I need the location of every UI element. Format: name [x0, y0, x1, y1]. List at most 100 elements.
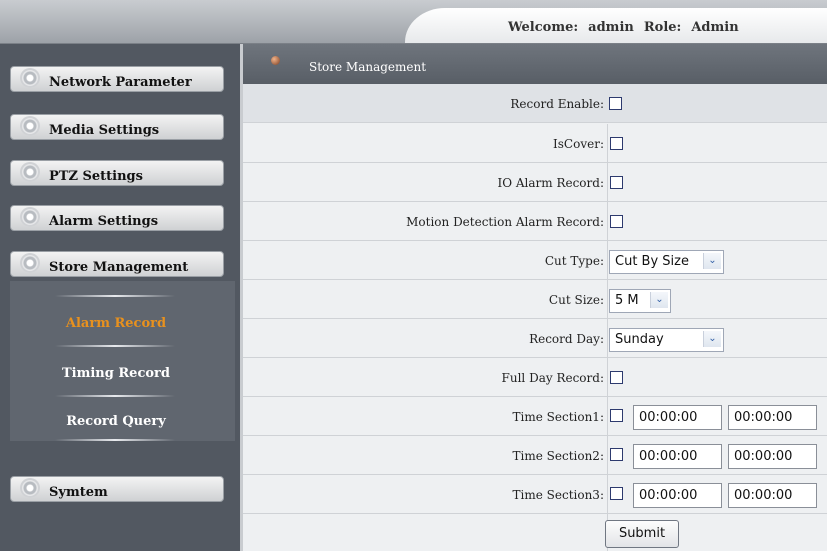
- submit-button[interactable]: Submit: [605, 520, 679, 548]
- sidebar-item-media-settings[interactable]: Media Settings: [10, 114, 224, 140]
- time-section-label: Time Section2:: [512, 449, 604, 463]
- row-cut-size: Cut Size: 5 M ⌄: [243, 280, 827, 319]
- cut-type-select[interactable]: Cut By Size ⌄: [609, 250, 724, 274]
- submenu-item-timing-record[interactable]: Timing Record: [10, 366, 222, 381]
- sidebar-item-label: Alarm Settings: [49, 214, 159, 229]
- record-enable-checkbox[interactable]: [609, 97, 622, 110]
- cut-size-label: Cut Size:: [548, 293, 604, 307]
- iscover-checkbox[interactable]: [610, 137, 623, 150]
- row-time-section-2: Time Section2: 00:00:00 00:00:00: [243, 436, 827, 475]
- sidebar-item-store-management[interactable]: Store Management: [10, 251, 224, 277]
- sidebar-item-ptz-settings[interactable]: PTZ Settings: [10, 160, 224, 186]
- iscover-cell: [607, 124, 623, 162]
- time-section-checkbox[interactable]: [610, 409, 623, 422]
- submenu-divider: [55, 295, 175, 297]
- dot-icon: [271, 56, 280, 65]
- sidebar-item-system[interactable]: Symtem: [10, 476, 224, 502]
- time-end-input[interactable]: 00:00:00: [728, 444, 817, 469]
- content-panel: Store Management Record Enable: IsCover:…: [243, 44, 827, 551]
- time-end-value: 00:00:00: [734, 449, 793, 464]
- row-record-day: Record Day: Sunday ⌄: [243, 319, 827, 358]
- welcome-text: Welcome: admin Role: Admin: [508, 20, 749, 35]
- record-day-value: Sunday: [615, 332, 664, 347]
- cut-type-cell: Cut By Size ⌄: [607, 241, 724, 279]
- gear-icon: [20, 162, 40, 182]
- row-submit: [243, 514, 827, 551]
- time-start-input[interactable]: 00:00:00: [633, 444, 722, 469]
- time-end-input[interactable]: 00:00:00: [728, 405, 817, 430]
- row-full-day: Full Day Record:: [243, 358, 827, 397]
- row-motion-detection: Motion Detection Alarm Record:: [243, 202, 827, 241]
- welcome-label: Welcome:: [508, 20, 579, 35]
- time-section-cell: 00:00:00 00:00:00: [607, 475, 817, 513]
- cut-type-value: Cut By Size: [615, 254, 689, 269]
- time-section-label: Time Section3:: [512, 488, 604, 502]
- time-start-value: 00:00:00: [639, 410, 698, 425]
- gear-icon: [20, 68, 40, 88]
- io-alarm-cell: [607, 163, 623, 201]
- row-iscover: IsCover:: [243, 124, 827, 163]
- gear-icon: [20, 116, 40, 136]
- sidebar-item-label: Media Settings: [49, 123, 160, 138]
- time-start-input[interactable]: 00:00:00: [633, 405, 722, 430]
- chevron-down-icon: ⌄: [703, 331, 721, 347]
- row-io-alarm: IO Alarm Record:: [243, 163, 827, 202]
- chevron-down-icon: ⌄: [703, 253, 721, 269]
- submenu-item-record-query[interactable]: Record Query: [10, 414, 222, 429]
- time-section-cell: 00:00:00 00:00:00: [607, 436, 817, 474]
- cut-size-cell: 5 M ⌄: [607, 280, 671, 318]
- gear-icon: [20, 253, 40, 273]
- gear-icon: [20, 478, 40, 498]
- cut-size-value: 5 M: [615, 293, 639, 308]
- time-end-input[interactable]: 00:00:00: [728, 483, 817, 508]
- submenu-divider: [55, 345, 175, 347]
- full-day-checkbox[interactable]: [610, 371, 623, 384]
- row-time-section-1: Time Section1: 00:00:00 00:00:00: [243, 397, 827, 436]
- time-section-checkbox[interactable]: [610, 487, 623, 500]
- full-day-label: Full Day Record:: [501, 371, 604, 385]
- motion-detection-checkbox[interactable]: [610, 215, 623, 228]
- top-bar: Welcome: admin Role: Admin: [0, 0, 827, 44]
- iscover-label: IsCover:: [553, 137, 604, 151]
- sidebar-item-label: Symtem: [49, 485, 108, 500]
- time-start-value: 00:00:00: [639, 488, 698, 503]
- row-cut-type: Cut Type: Cut By Size ⌄: [243, 241, 827, 280]
- time-end-value: 00:00:00: [734, 488, 793, 503]
- io-alarm-label: IO Alarm Record:: [497, 176, 604, 190]
- sidebar-item-label: PTZ Settings: [49, 169, 143, 184]
- submenu-item-alarm-record[interactable]: Alarm Record: [10, 316, 222, 331]
- cut-type-label: Cut Type:: [544, 254, 604, 268]
- sidebar-item-label: Network Parameter: [49, 75, 192, 90]
- sidebar-item-alarm-settings[interactable]: Alarm Settings: [10, 205, 224, 231]
- io-alarm-checkbox[interactable]: [610, 176, 623, 189]
- submenu-divider: [55, 395, 175, 397]
- row-time-section-3: Time Section3: 00:00:00 00:00:00: [243, 475, 827, 514]
- time-section-cell: 00:00:00 00:00:00: [607, 397, 817, 435]
- content-header: Store Management: [243, 44, 827, 84]
- row-record-enable: Record Enable:: [243, 84, 827, 123]
- record-enable-label: Record Enable:: [510, 97, 604, 111]
- sidebar: Network Parameter Media Settings PTZ Set…: [0, 44, 240, 551]
- submenu-divider: [55, 439, 175, 441]
- time-section-checkbox[interactable]: [610, 448, 623, 461]
- time-end-value: 00:00:00: [734, 410, 793, 425]
- gear-icon: [20, 207, 40, 227]
- time-start-value: 00:00:00: [639, 449, 698, 464]
- page-title: Store Management: [309, 60, 427, 74]
- motion-detection-cell: [607, 202, 623, 240]
- full-day-cell: [607, 358, 623, 396]
- store-submenu: Alarm Record Timing Record Record Query: [10, 281, 235, 441]
- record-day-cell: Sunday ⌄: [607, 319, 724, 357]
- role-label: Role:: [643, 20, 682, 35]
- chevron-down-icon: ⌄: [650, 292, 668, 308]
- record-day-label: Record Day:: [529, 332, 604, 346]
- sidebar-item-network-parameter[interactable]: Network Parameter: [10, 66, 224, 92]
- record-day-select[interactable]: Sunday ⌄: [609, 328, 724, 352]
- sidebar-item-label: Store Management: [49, 260, 189, 275]
- time-section-label: Time Section1:: [512, 410, 604, 424]
- user-name: admin: [588, 20, 634, 35]
- motion-detection-label: Motion Detection Alarm Record:: [406, 215, 604, 229]
- cut-size-select[interactable]: 5 M ⌄: [609, 289, 671, 313]
- role-name: Admin: [691, 20, 739, 35]
- time-start-input[interactable]: 00:00:00: [633, 483, 722, 508]
